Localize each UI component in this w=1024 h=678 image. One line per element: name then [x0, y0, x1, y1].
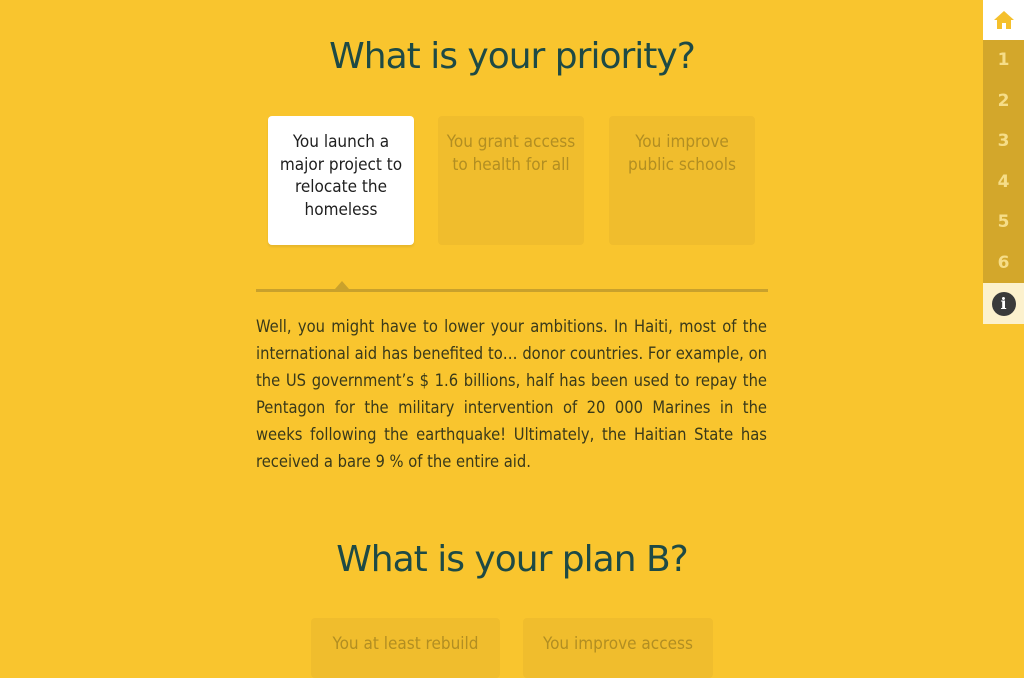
nav-chapter-1[interactable]: 1 — [983, 40, 1024, 81]
choice-label: You launch a major project to relocate t… — [279, 132, 403, 220]
nav-info-button[interactable]: i — [983, 283, 1024, 324]
info-icon: i — [991, 291, 1016, 316]
choice-health-access[interactable]: You grant access to health for all — [438, 116, 584, 245]
question-title-priority: What is your priority? — [329, 36, 696, 77]
chapter-list: 1 2 3 4 5 6 — [983, 40, 1024, 283]
choice-relocate-homeless[interactable]: You launch a major project to relocate t… — [268, 116, 414, 245]
nav-chapter-3[interactable]: 3 — [983, 121, 1024, 162]
answer-divider — [256, 289, 768, 292]
choice-label: You improve access — [543, 634, 693, 654]
choice-improve-access[interactable]: You improve access — [523, 618, 713, 678]
choice-label: You at least rebuild — [332, 634, 479, 654]
main-content: What is your priority? You launch a majo… — [0, 0, 983, 678]
choice-public-schools[interactable]: You improve public schools — [609, 116, 755, 245]
selection-pointer — [335, 281, 349, 289]
nav-chapter-5[interactable]: 5 — [983, 202, 1024, 243]
nav-chapter-4[interactable]: 4 — [983, 162, 1024, 203]
home-icon — [993, 11, 1014, 29]
question-title-plan-b: What is your plan B? — [336, 539, 689, 580]
chapter-nav: 1 2 3 4 5 6 i — [983, 0, 1024, 648]
choice-label: You grant access to health for all — [446, 132, 576, 175]
nav-chapter-6[interactable]: 6 — [983, 243, 1024, 284]
answer-text: Well, you might have to lower your ambit… — [256, 317, 767, 471]
nav-home-button[interactable] — [983, 0, 1024, 40]
nav-chapter-2[interactable]: 2 — [983, 81, 1024, 122]
choice-rebuild[interactable]: You at least rebuild — [311, 618, 500, 678]
choice-label: You improve public schools — [628, 132, 736, 175]
